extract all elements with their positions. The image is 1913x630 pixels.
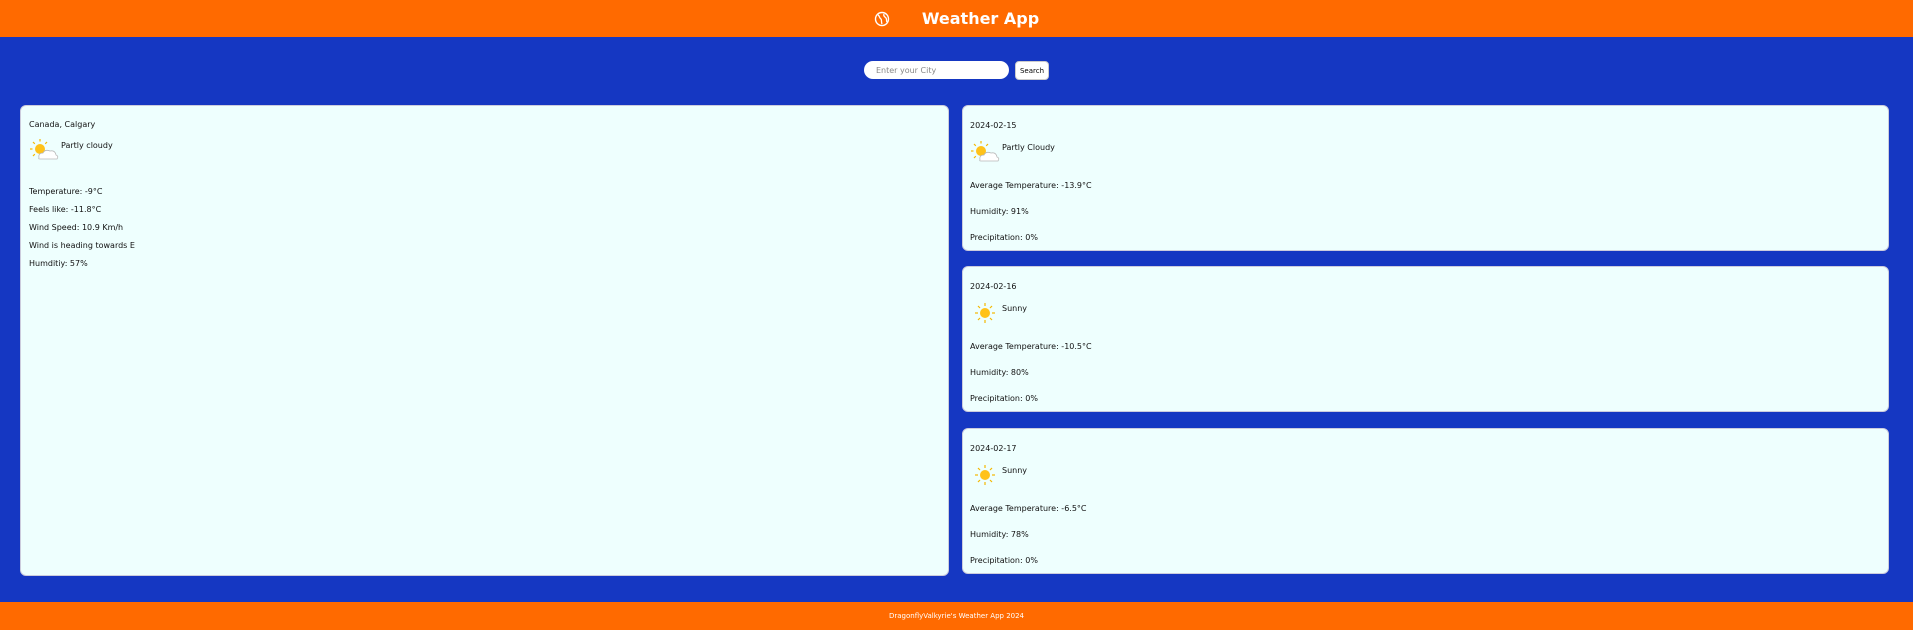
precipitation-text: Precipitation: 0% bbox=[970, 233, 1038, 242]
forecast-card: 2024-02-15 Partly Cloudy Average Tempera… bbox=[962, 105, 1889, 251]
condition-text: Partly Cloudy bbox=[1002, 143, 1055, 152]
sun-icon bbox=[975, 465, 995, 485]
forecast-condition: Sunny bbox=[970, 463, 1881, 487]
app-title: Weather App bbox=[921, 9, 1040, 28]
condition-text: Partly cloudy bbox=[61, 141, 113, 150]
forecast-date: 2024-02-15 bbox=[970, 121, 1017, 130]
precipitation-text: Precipitation: 0% bbox=[970, 556, 1038, 565]
condition-text: Sunny bbox=[1002, 466, 1028, 475]
forecast-date: 2024-02-16 bbox=[970, 282, 1017, 291]
partly-cloudy-icon bbox=[971, 141, 1000, 162]
forecast-card: 2024-02-16 Sunny Average Temperature: -1… bbox=[962, 266, 1889, 412]
search-button[interactable]: Search bbox=[1014, 61, 1050, 80]
avg-temperature-text: Average Temperature: -6.5°C bbox=[970, 504, 1087, 513]
location-label: Canada, Calgary bbox=[29, 120, 96, 129]
sun-icon bbox=[975, 303, 995, 323]
footer-text: DragonflyValkyrie's Weather App 2024 bbox=[888, 612, 1025, 620]
forecast-card: 2024-02-17 Sunny Average Temperature: -6… bbox=[962, 428, 1889, 574]
wind-speed-text: Wind Speed: 10.9 Km/h bbox=[29, 223, 124, 232]
condition-text: Sunny bbox=[1002, 304, 1028, 313]
current-condition: Partly cloudy bbox=[29, 138, 940, 162]
temperature-text: Temperature: -9°C bbox=[29, 187, 103, 196]
humidity-text: Humditiy: 57% bbox=[29, 259, 88, 268]
search-bar: Search bbox=[0, 61, 1913, 80]
humidity-text: Humidity: 78% bbox=[970, 530, 1029, 539]
app-footer: DragonflyValkyrie's Weather App 2024 bbox=[0, 602, 1913, 630]
app-header: Weather App bbox=[0, 0, 1913, 37]
humidity-text: Humidity: 91% bbox=[970, 207, 1029, 216]
forecast-condition: Sunny bbox=[970, 301, 1881, 325]
partly-cloudy-icon bbox=[30, 139, 59, 160]
feels-like-text: Feels like: -11.8°C bbox=[29, 205, 102, 214]
precipitation-text: Precipitation: 0% bbox=[970, 394, 1038, 403]
city-search-input[interactable] bbox=[863, 61, 1009, 79]
humidity-text: Humidity: 80% bbox=[970, 368, 1029, 377]
wind-direction-text: Wind is heading towards E bbox=[29, 241, 135, 250]
globe-icon bbox=[874, 11, 890, 26]
avg-temperature-text: Average Temperature: -10.5°C bbox=[970, 342, 1092, 351]
avg-temperature-text: Average Temperature: -13.9°C bbox=[970, 181, 1092, 190]
forecast-condition: Partly Cloudy bbox=[970, 140, 1881, 164]
current-weather-card: Canada, Calgary Partly cloudy Temperatur… bbox=[20, 105, 949, 576]
forecast-date: 2024-02-17 bbox=[970, 444, 1017, 453]
